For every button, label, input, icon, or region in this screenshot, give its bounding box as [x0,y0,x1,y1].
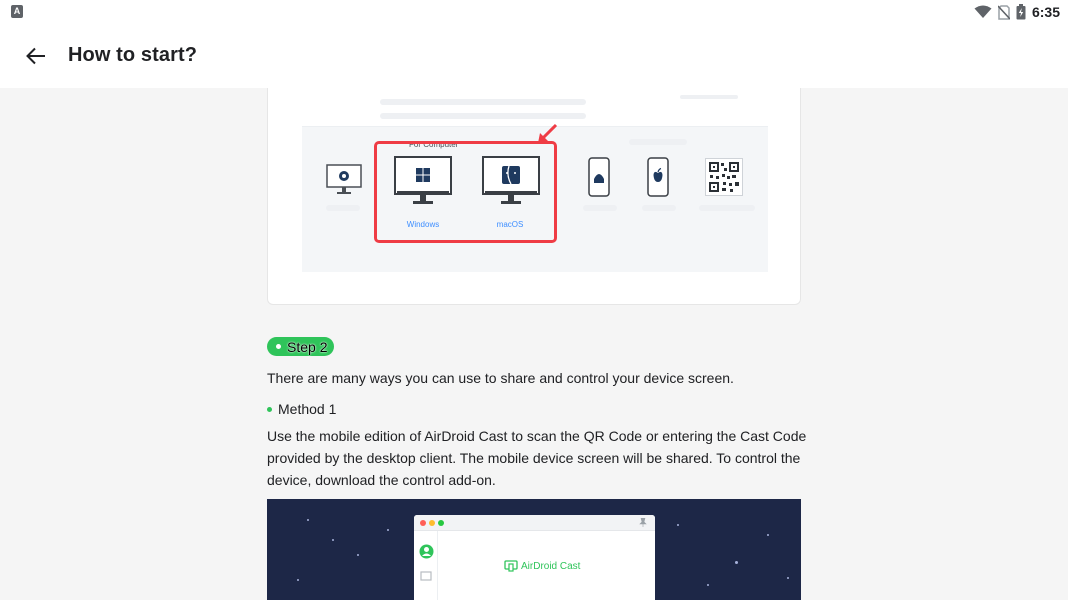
status-icons: 6:35 [974,3,1060,21]
content-scroll[interactable]: For Computer Windows macOS Step 2 There … [0,88,1068,600]
wifi-icon [974,5,992,18]
android-icon [588,157,610,197]
method-heading: Method 1 [267,401,336,417]
step-dot [276,344,281,349]
bullet-dot [267,406,272,412]
figure-card-platforms: For Computer Windows macOS [267,88,801,305]
app-window-preview: AirDroid Cast [414,515,655,600]
clock: 6:35 [1031,4,1060,20]
airdroid-cast-logo: AirDroid Cast [504,560,580,572]
cast-icon [504,560,518,572]
apple-icon [647,157,669,197]
step-badge: Step 2 [267,337,335,356]
battery-charging-icon [1016,4,1026,20]
browser-icon [326,164,362,194]
platform-screenshot: For Computer Windows macOS [302,88,768,272]
arrow-left-icon [26,47,45,65]
brand-name: AirDroid Cast [521,560,581,572]
user-avatar-icon [419,544,434,559]
intro-text: There are many ways you can use to share… [267,370,734,386]
window-titlebar [414,515,655,531]
pin-icon [639,518,647,527]
step-label: Step 2 [287,338,328,355]
back-button[interactable] [20,40,52,72]
no-sim-icon [997,4,1010,20]
qr-code-icon [705,158,743,196]
page-title: How to start? [68,44,198,66]
method-description: Use the mobile edition of AirDroid Cast … [267,428,807,488]
figure-card-airdroid: AirDroid Cast [267,499,801,600]
app-bar: How to start? [0,24,1068,88]
highlight-box [374,141,557,243]
method-title: Method 1 [278,401,337,417]
window-sidebar [414,531,438,600]
pointer-arrow-icon [538,123,558,143]
notification-app-icon: A [11,5,23,18]
status-bar: A 6:35 [0,0,1068,24]
device-icon [420,571,432,581]
